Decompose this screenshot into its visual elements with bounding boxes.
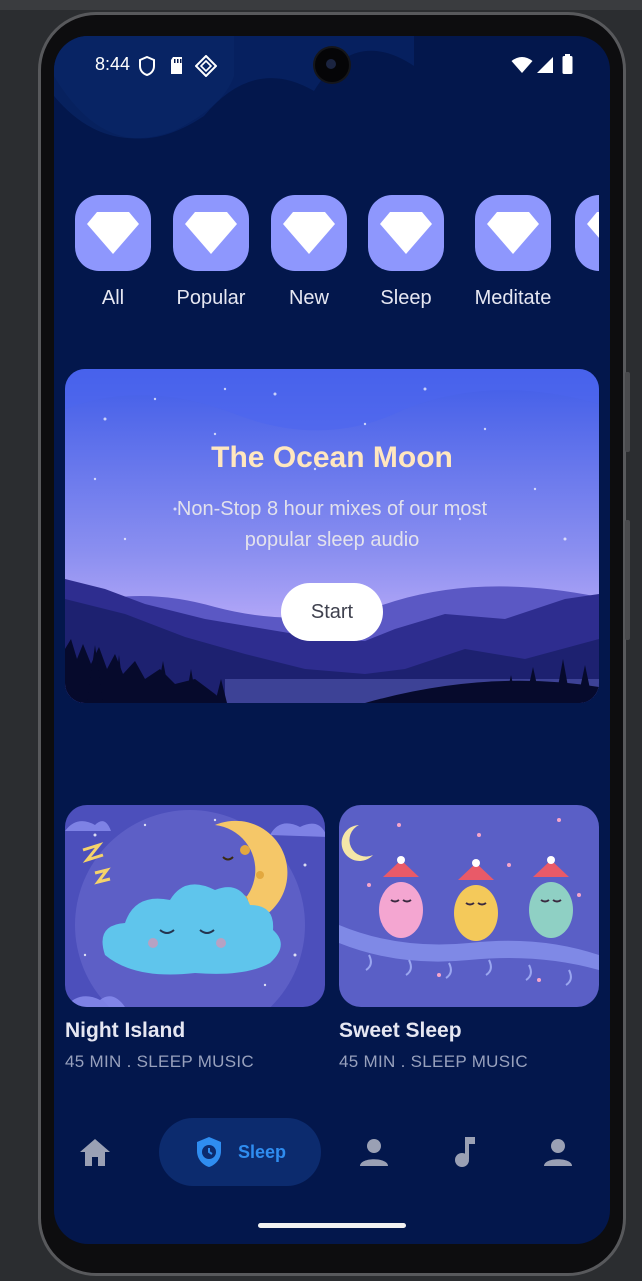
night-island-illustration [65, 805, 325, 1007]
card-meta: 45 MIN . SLEEP MUSIC [65, 1052, 254, 1071]
category-row[interactable]: All Popular New Sleep Meditate [75, 195, 599, 315]
status-time: 8:44 [95, 54, 131, 74]
music-note-icon [455, 1137, 475, 1167]
category-label: Sleep [380, 287, 432, 309]
nav-sleep-label: Sleep [237, 1141, 287, 1162]
card-title: Sweet Sleep [339, 1019, 462, 1042]
home-indicator[interactable] [258, 1223, 406, 1228]
card-title: Night Island [65, 1019, 186, 1042]
home-icon [80, 1139, 110, 1166]
category-new[interactable]: New [271, 195, 347, 310]
shield-clock-icon [196, 1137, 221, 1167]
category-sleep[interactable]: Sleep [368, 195, 444, 310]
hero-title: The Ocean Moon [211, 441, 453, 474]
category-label: Meditate [474, 287, 552, 309]
diamond-icon [185, 212, 237, 254]
person-icon [360, 1139, 388, 1166]
nav-home[interactable] [72, 1118, 118, 1186]
camera-cutout [315, 48, 349, 82]
category-all[interactable]: All [75, 195, 151, 310]
nav-profile[interactable] [351, 1118, 397, 1186]
volume-button [625, 372, 630, 452]
category-label: All [101, 287, 125, 309]
category-tile [368, 195, 444, 271]
hero-banner[interactable]: The Ocean Moon Non-Stop 8 hour mixes of … [65, 369, 599, 703]
hero-subtitle: Non-Stop 8 hour mixes of our most popula… [176, 498, 488, 551]
app-screen: 8:44 All Popular New Sleep Meditate The … [54, 36, 610, 1244]
category-more[interactable]: M [575, 195, 599, 310]
category-tile [271, 195, 347, 271]
wifi-icon [511, 57, 533, 73]
nav-sleep[interactable]: Sleep [159, 1118, 321, 1186]
category-meditate[interactable]: Meditate [468, 195, 558, 310]
card-sweet-sleep[interactable]: Sweet Sleep 45 MIN . SLEEP MUSIC [339, 805, 599, 1072]
category-tile [173, 195, 249, 271]
diamond-icon [487, 212, 539, 254]
signal-icon [537, 57, 553, 73]
power-button [625, 520, 630, 640]
sweet-sleep-image [339, 805, 599, 1007]
diamond-icon [587, 212, 599, 238]
nav-account[interactable] [535, 1118, 581, 1186]
app-status-icon [195, 55, 217, 77]
nav-music[interactable] [442, 1118, 488, 1186]
category-tile [475, 195, 551, 271]
diamond-icon [87, 212, 139, 254]
card-meta: 45 MIN . SLEEP MUSIC [339, 1052, 528, 1071]
category-tile [75, 195, 151, 271]
shield-status-icon [139, 56, 155, 76]
sd-card-icon [171, 57, 182, 74]
night-island-image [65, 805, 325, 1007]
sweet-sleep-illustration [339, 805, 599, 1007]
bottom-nav: Sleep [54, 1118, 610, 1198]
diamond-icon [283, 212, 335, 254]
category-label: New [288, 287, 329, 309]
category-popular[interactable]: Popular [173, 195, 249, 310]
battery-icon [562, 54, 573, 74]
emulator-stage: 8:44 All Popular New Sleep Meditate The … [0, 0, 642, 1281]
diamond-icon [380, 212, 432, 254]
category-label: Popular [176, 287, 246, 309]
card-night-island[interactable]: Night Island 45 MIN . SLEEP MUSIC [65, 805, 325, 1072]
person-icon [544, 1139, 572, 1166]
category-tile [575, 195, 599, 271]
start-button[interactable]: Start [281, 583, 383, 641]
window-strip [0, 0, 642, 10]
